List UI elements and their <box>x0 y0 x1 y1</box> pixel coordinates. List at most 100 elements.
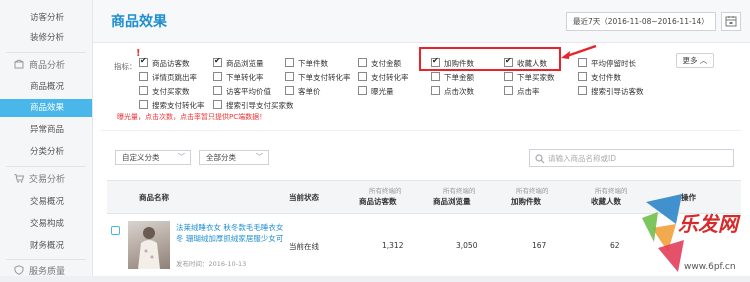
category-select-value: 自定义分类 <box>122 153 160 162</box>
indicator-label: 商品访客数 <box>152 59 190 68</box>
indicator-label: 曝光量 <box>371 87 394 96</box>
box-icon <box>14 58 24 69</box>
watermark-logo: 乐发网 www.6pf.cn <box>638 188 750 276</box>
arrow-icon <box>561 44 597 59</box>
indicator-checkbox[interactable]: 商品浏览量 <box>213 56 264 69</box>
indicator-label: 支付件数 <box>591 73 621 82</box>
watermark-url: www.6pf.cn <box>684 262 736 272</box>
indicator-checkbox[interactable]: 支付金额 <box>358 58 401 69</box>
page-header: 商品效果 最近7天（2016-11-08~2016-11-14） <box>93 0 750 43</box>
checkbox-box[interactable] <box>285 58 294 67</box>
indicator-label: 搜索引导支付买家数 <box>226 101 294 110</box>
checkbox-box[interactable] <box>504 72 513 81</box>
publish-time: 发布时间：2016-10-13 <box>176 260 247 268</box>
product-name-link[interactable]: 法莱绒睡衣女 秋冬款毛毛睡衣女冬 珊瑚绒加厚抓绒家居服少女可 <box>176 222 284 244</box>
search-input[interactable]: 请输入商品名称或ID <box>529 149 734 167</box>
indicator-label: 支付金额 <box>371 59 401 68</box>
sidebar-item-trade-overview[interactable]: 交易概况 <box>0 193 92 211</box>
indicator-label: 访客平均价值 <box>226 87 271 96</box>
col-sub: 所有终端的 <box>595 187 628 195</box>
checkbox-box[interactable] <box>504 86 513 95</box>
col-views[interactable]: 商品浏览量 <box>433 196 471 207</box>
indicator-label: 点击次数 <box>444 87 474 96</box>
sidebar-divider <box>6 259 86 260</box>
calendar-button[interactable] <box>721 12 741 31</box>
checkbox-box[interactable] <box>139 56 148 67</box>
sidebar-item-decoration-analysis[interactable]: 装修分析 <box>0 29 92 47</box>
indicator-label: 搜索引导访客数 <box>591 87 644 96</box>
checkbox-box[interactable] <box>139 72 148 81</box>
indicator-checkbox[interactable]: 下单金额 <box>431 72 474 83</box>
sidebar-divider <box>6 166 86 167</box>
indicator-checkbox[interactable]: 下单件数 <box>285 58 328 69</box>
indicator-checkbox[interactable]: 支付买家数 <box>139 86 190 97</box>
checkbox-box[interactable] <box>213 56 222 67</box>
indicator-checkbox[interactable]: 下单支付转化率 <box>285 72 351 83</box>
cell-views: 3,050 <box>456 241 478 250</box>
sidebar-item-finance-overview[interactable]: 财务概况 <box>0 237 92 255</box>
col-name: 商品名称 <box>139 193 169 202</box>
indicator-label: 点击率 <box>517 87 540 96</box>
sidebar-item-trade-composition[interactable]: 交易构成 <box>0 215 92 233</box>
divider <box>101 130 741 131</box>
indicator-label: 商品浏览量 <box>226 59 264 68</box>
indicator-label: 搜索支付转化率 <box>152 101 205 110</box>
indicator-checkbox[interactable]: 曝光量 <box>358 86 394 97</box>
indicator-checkbox[interactable]: 点击率 <box>504 86 540 97</box>
sidebar-group-trade: 交易分析 <box>0 171 92 189</box>
cell-addcart: 167 <box>532 241 547 250</box>
checkbox-box[interactable] <box>431 72 440 81</box>
sidebar-item-visitor-analysis[interactable]: 访客分析 <box>0 9 92 27</box>
checkbox-box[interactable] <box>213 72 222 81</box>
indicator-checkbox[interactable]: 搜索引导访客数 <box>578 86 644 97</box>
checkbox-box[interactable] <box>358 86 367 95</box>
more-button[interactable]: 更多 ︿ <box>676 53 714 68</box>
indicator-checkbox[interactable]: 支付转化率 <box>358 72 409 83</box>
checkbox-box[interactable] <box>213 86 222 95</box>
indicator-label: 下单买家数 <box>517 73 555 82</box>
checkbox-box[interactable] <box>285 86 294 95</box>
col-fav[interactable]: 收藏人数 <box>591 196 621 207</box>
checkbox-box[interactable] <box>358 58 367 67</box>
indicator-checkbox[interactable]: 搜索引导支付买家数 <box>213 100 294 111</box>
subcategory-select-value: 全部分类 <box>206 153 236 162</box>
col-addcart[interactable]: 加购件数 <box>511 196 541 207</box>
checkbox-box[interactable] <box>213 100 222 109</box>
checkbox-box[interactable] <box>139 86 148 95</box>
col-sub: 所有终端的 <box>516 187 549 195</box>
sidebar-group-goods-label: 商品分析 <box>29 61 66 71</box>
sidebar-item-goods-effect[interactable]: 商品效果 <box>0 99 92 117</box>
cell-fav: 62 <box>610 241 620 250</box>
sidebar-item-category-analysis[interactable]: 分类分析 <box>0 143 92 161</box>
sidebar-item-goods-overview[interactable]: 商品概况 <box>0 78 92 96</box>
checkbox-box[interactable] <box>285 72 294 81</box>
checkbox-box[interactable] <box>139 100 148 109</box>
checkbox-box[interactable] <box>358 72 367 81</box>
indicator-label: 下单件数 <box>298 59 328 68</box>
highlight-box <box>419 47 561 71</box>
indicator-checkbox[interactable]: 搜索支付转化率 <box>139 100 205 111</box>
sidebar-item-abnormal-goods[interactable]: 异常商品 <box>0 121 92 139</box>
checkbox-box[interactable] <box>578 86 587 95</box>
checkbox-box[interactable] <box>578 72 587 81</box>
subcategory-select[interactable]: 全部分类 ﹀ <box>199 150 269 165</box>
col-visitors[interactable]: 商品访客数 <box>359 196 397 207</box>
checkbox-box[interactable] <box>431 86 440 95</box>
indicator-checkbox[interactable]: 下单转化率 <box>213 72 264 83</box>
sidebar: 访客分析 装修分析 商品分析 商品概况 商品效果 异常商品 分类分析 交易分析 … <box>0 0 93 277</box>
indicator-label: 下单金额 <box>444 73 474 82</box>
indicator-checkbox[interactable]: 点击次数 <box>431 86 474 97</box>
page-title: 商品效果 <box>111 14 167 30</box>
indicator-checkbox[interactable]: 客单价 <box>285 86 321 97</box>
category-select[interactable]: 自定义分类 ﹀ <box>115 150 191 165</box>
product-image <box>138 227 160 269</box>
date-range-select[interactable]: 最近7天（2016-11-08~2016-11-14） <box>566 12 716 31</box>
indicator-checkbox[interactable]: 详情页跳出率 <box>139 72 197 83</box>
indicator-checkbox[interactable]: 访客平均价值 <box>213 86 271 97</box>
chevron-down-icon: ﹀ <box>256 153 263 161</box>
indicator-checkbox[interactable]: 商品访客数 <box>139 56 190 69</box>
indicator-checkbox[interactable]: 下单买家数 <box>504 72 555 83</box>
row-checkbox[interactable] <box>111 226 120 235</box>
product-thumbnail[interactable] <box>128 221 170 269</box>
indicator-checkbox[interactable]: 支付件数 <box>578 72 621 83</box>
